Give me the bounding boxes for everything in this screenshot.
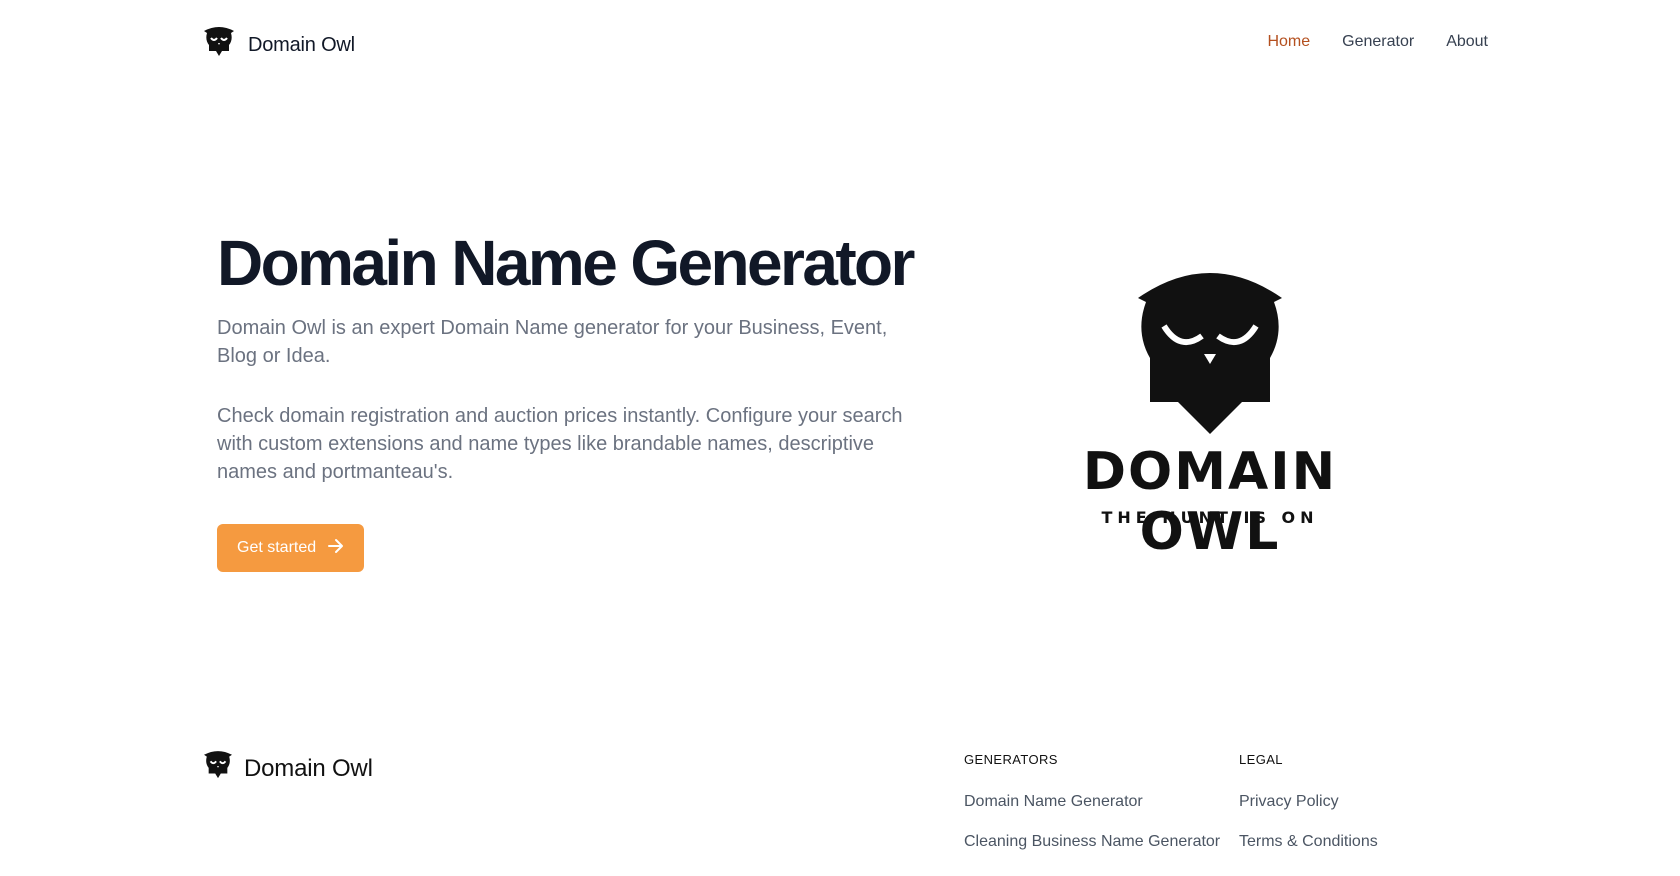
get-started-button[interactable]: Get started bbox=[217, 524, 365, 573]
hero-description-text: Check domain registration and auction pr… bbox=[217, 405, 903, 484]
footer-generators-column: GENERATORS Domain Name Generator Cleanin… bbox=[964, 752, 1220, 873]
hero-content: Domain Name Generator Domain Owl is an e… bbox=[217, 227, 915, 573]
footer-link-terms-conditions[interactable]: Terms & Conditions bbox=[1239, 833, 1378, 850]
footer-link-privacy-policy[interactable]: Privacy Policy bbox=[1239, 793, 1339, 810]
get-started-label: Get started bbox=[237, 539, 317, 557]
hero-intro-text: Domain Owl is an expert Domain Name gene… bbox=[217, 317, 888, 368]
site-header: Domain Owl Home Generator About bbox=[0, 0, 1680, 88]
domain-owl-logo: DOMAIN OWL THE HUNT IS ON bbox=[1030, 266, 1390, 562]
nav-generator-link[interactable]: Generator bbox=[1342, 33, 1414, 51]
arrow-right-icon bbox=[326, 536, 346, 561]
owl-logo-icon bbox=[204, 750, 232, 787]
site-footer: Domain Owl GENERATORS Domain Name Genera… bbox=[0, 740, 1680, 876]
nav-about-link[interactable]: About bbox=[1446, 33, 1488, 51]
footer-brand-link[interactable]: Domain Owl bbox=[204, 750, 373, 787]
header-brand-link[interactable]: Domain Owl bbox=[204, 26, 355, 65]
footer-link-domain-name-generator[interactable]: Domain Name Generator bbox=[964, 793, 1143, 810]
footer-link-cleaning-business-name-generator[interactable]: Cleaning Business Name Generator bbox=[964, 833, 1220, 850]
logo-wordmark: DOMAIN OWL bbox=[1082, 442, 1338, 562]
footer-legal-heading: LEGAL bbox=[1239, 752, 1283, 767]
brand-name: Domain Owl bbox=[248, 34, 355, 56]
logo-tagline: THE HUNT IS ON bbox=[1101, 508, 1319, 527]
nav-home-link[interactable]: Home bbox=[1267, 33, 1310, 51]
owl-logo-icon bbox=[204, 26, 234, 65]
main-nav: Home Generator About bbox=[1267, 33, 1488, 51]
footer-brand-name: Domain Owl bbox=[244, 754, 373, 782]
hero-title: Domain Name Generator bbox=[217, 227, 915, 299]
footer-generators-links: Domain Name Generator Cleaning Business … bbox=[964, 793, 1220, 851]
footer-legal-column: LEGAL Privacy Policy Terms & Conditions bbox=[1239, 752, 1378, 873]
footer-legal-links: Privacy Policy Terms & Conditions bbox=[1239, 793, 1378, 851]
footer-generators-heading: GENERATORS bbox=[964, 752, 1058, 767]
owl-logo-icon bbox=[1138, 273, 1282, 434]
